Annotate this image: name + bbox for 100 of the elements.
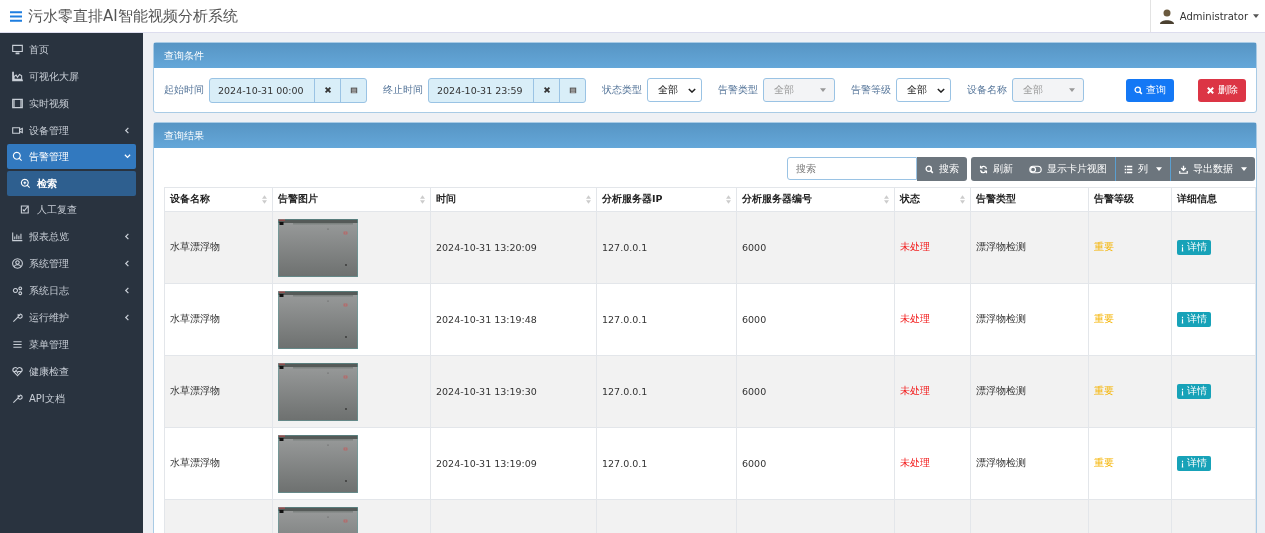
server-ip-cell: 127.0.0.1 [602,458,648,469]
bar-chart-icon [12,231,23,242]
time-cell: 2024-10-31 13:20:09 [436,242,537,253]
status-cell: 未处理 [900,457,930,468]
server-number-cell: 6000 [742,242,767,253]
refresh-button[interactable]: 刷新 [971,157,1021,181]
server-number-cell: 6000 [742,314,767,325]
info-icon [1181,315,1184,324]
column-header[interactable]: 状态 [900,193,920,206]
app-title: 污水零直排AI智能视频分析系统 [28,6,238,26]
column-header[interactable]: 时间 [436,193,456,206]
server-ip-cell: 127.0.0.1 [602,314,648,325]
area-chart-icon [12,71,23,82]
info-icon [1181,459,1184,468]
sidebar-subitem[interactable]: 人工复查 [0,196,143,223]
time-cell: 2024-10-31 13:19:30 [436,386,537,397]
column-header[interactable]: 设备名称 [170,193,210,206]
card-view-button[interactable]: 显示卡片视图 [1021,157,1115,181]
alarm-level-cell: 重要 [1094,457,1114,468]
date-field[interactable]: 2024-10-31 00:00 [209,77,367,103]
clear-icon[interactable] [323,86,332,94]
time-cell: 2024-10-31 13:19:48 [436,314,537,325]
wrench-icon [12,312,23,323]
alarm-level-cell: 重要 [1094,385,1114,396]
gears-icon [12,285,23,296]
info-icon [1181,243,1184,252]
search-field[interactable]: 搜索 [787,157,917,180]
sidebar-item[interactable]: 菜单管理 [0,331,143,358]
alarm-type-cell: 漂浮物检测 [976,457,1026,468]
search-icon [925,164,934,174]
caret-icon [1253,14,1259,18]
calendar-icon[interactable] [568,86,577,94]
user-menu[interactable]: Administrator [1149,0,1265,32]
caret-icon [1241,167,1247,171]
search-icon [1134,85,1143,95]
alarm-type-cell: 漂浮物检测 [976,385,1026,396]
menu-icon [12,339,23,350]
delete-button[interactable]: 删除 [1198,78,1246,102]
sidebar-item[interactable]: 报表总览 [0,223,143,250]
filter-label: 设备名称 [967,83,1007,97]
sidebar-item[interactable]: 系统管理 [0,250,143,277]
sidebar-item[interactable]: 可视化大屏 [0,63,143,90]
alarm-type-cell: 漂浮物检测 [976,241,1026,252]
close-icon [1206,85,1215,95]
status-cell: 未处理 [900,241,930,252]
monitor-icon [12,44,23,55]
sidebar-item[interactable]: 告警管理 [7,144,136,169]
filter-label: 起始时间 [164,83,204,97]
select-field[interactable]: 全部 [647,78,702,102]
download-icon [1179,164,1188,174]
sidebar-item[interactable]: 运行维护 [0,304,143,331]
status-cell: 未处理 [900,385,930,396]
column-header[interactable]: 告警类型 [976,193,1016,206]
sidebar-item[interactable]: 实时视频 [0,90,143,117]
sidebar-item[interactable]: API文档 [0,385,143,412]
filter-label: 告警等级 [851,83,891,97]
time-cell: 2024-10-31 13:19:09 [436,458,537,469]
server-ip-cell: 127.0.0.1 [602,386,648,397]
columns-button[interactable]: 列 [1115,157,1170,181]
info-icon [1181,387,1184,396]
sidebar-item[interactable]: 系统日志 [0,277,143,304]
server-number-cell: 6000 [742,386,767,397]
refresh-icon [979,164,988,174]
device-name-cell: 水草漂浮物 [170,241,220,252]
select-field[interactable]: 全部 [896,78,951,102]
search-button[interactable]: 搜索 [917,157,967,181]
alarm-level-cell: 重要 [1094,241,1114,252]
chevron-icon [688,87,696,93]
filter-label: 状态类型 [602,83,642,97]
calendar-icon[interactable] [349,86,358,94]
film-icon [12,98,23,109]
video-camera-icon [12,125,23,136]
device-name-cell: 水草漂浮物 [170,385,220,396]
alarm-level-cell: 重要 [1094,313,1114,324]
device-name-cell: 水草漂浮物 [170,313,220,324]
panel-header: 查询结果 [154,123,1256,148]
clear-icon[interactable] [542,86,551,94]
sidebar-subitem[interactable]: 检索 [7,171,136,196]
avatar-icon [1158,8,1175,24]
zoom-in-icon [20,178,31,189]
heartbeat-icon [12,366,23,377]
menu-icon[interactable] [10,10,22,22]
export-button[interactable]: 导出数据 [1170,157,1255,181]
caret-icon [820,88,826,92]
column-header[interactable]: 告警图片 [278,193,318,206]
caret-icon [1156,167,1162,171]
toggle-icon [1029,164,1042,174]
sidebar-item[interactable]: 设备管理 [0,117,143,144]
filter-label: 告警类型 [718,83,758,97]
status-cell: 未处理 [900,313,930,324]
sidebar-item[interactable]: 首页 [0,36,143,63]
server-number-cell: 6000 [742,458,767,469]
caret-icon [1069,88,1075,92]
list-icon [1124,164,1133,174]
query-button[interactable]: 查询 [1126,78,1174,102]
alarm-type-cell: 漂浮物检测 [976,313,1026,324]
server-ip-cell: 127.0.0.1 [602,242,648,253]
date-field[interactable]: 2024-10-31 23:59 [428,77,586,103]
wrench-icon [12,393,23,404]
sidebar-item[interactable]: 健康检查 [0,358,143,385]
